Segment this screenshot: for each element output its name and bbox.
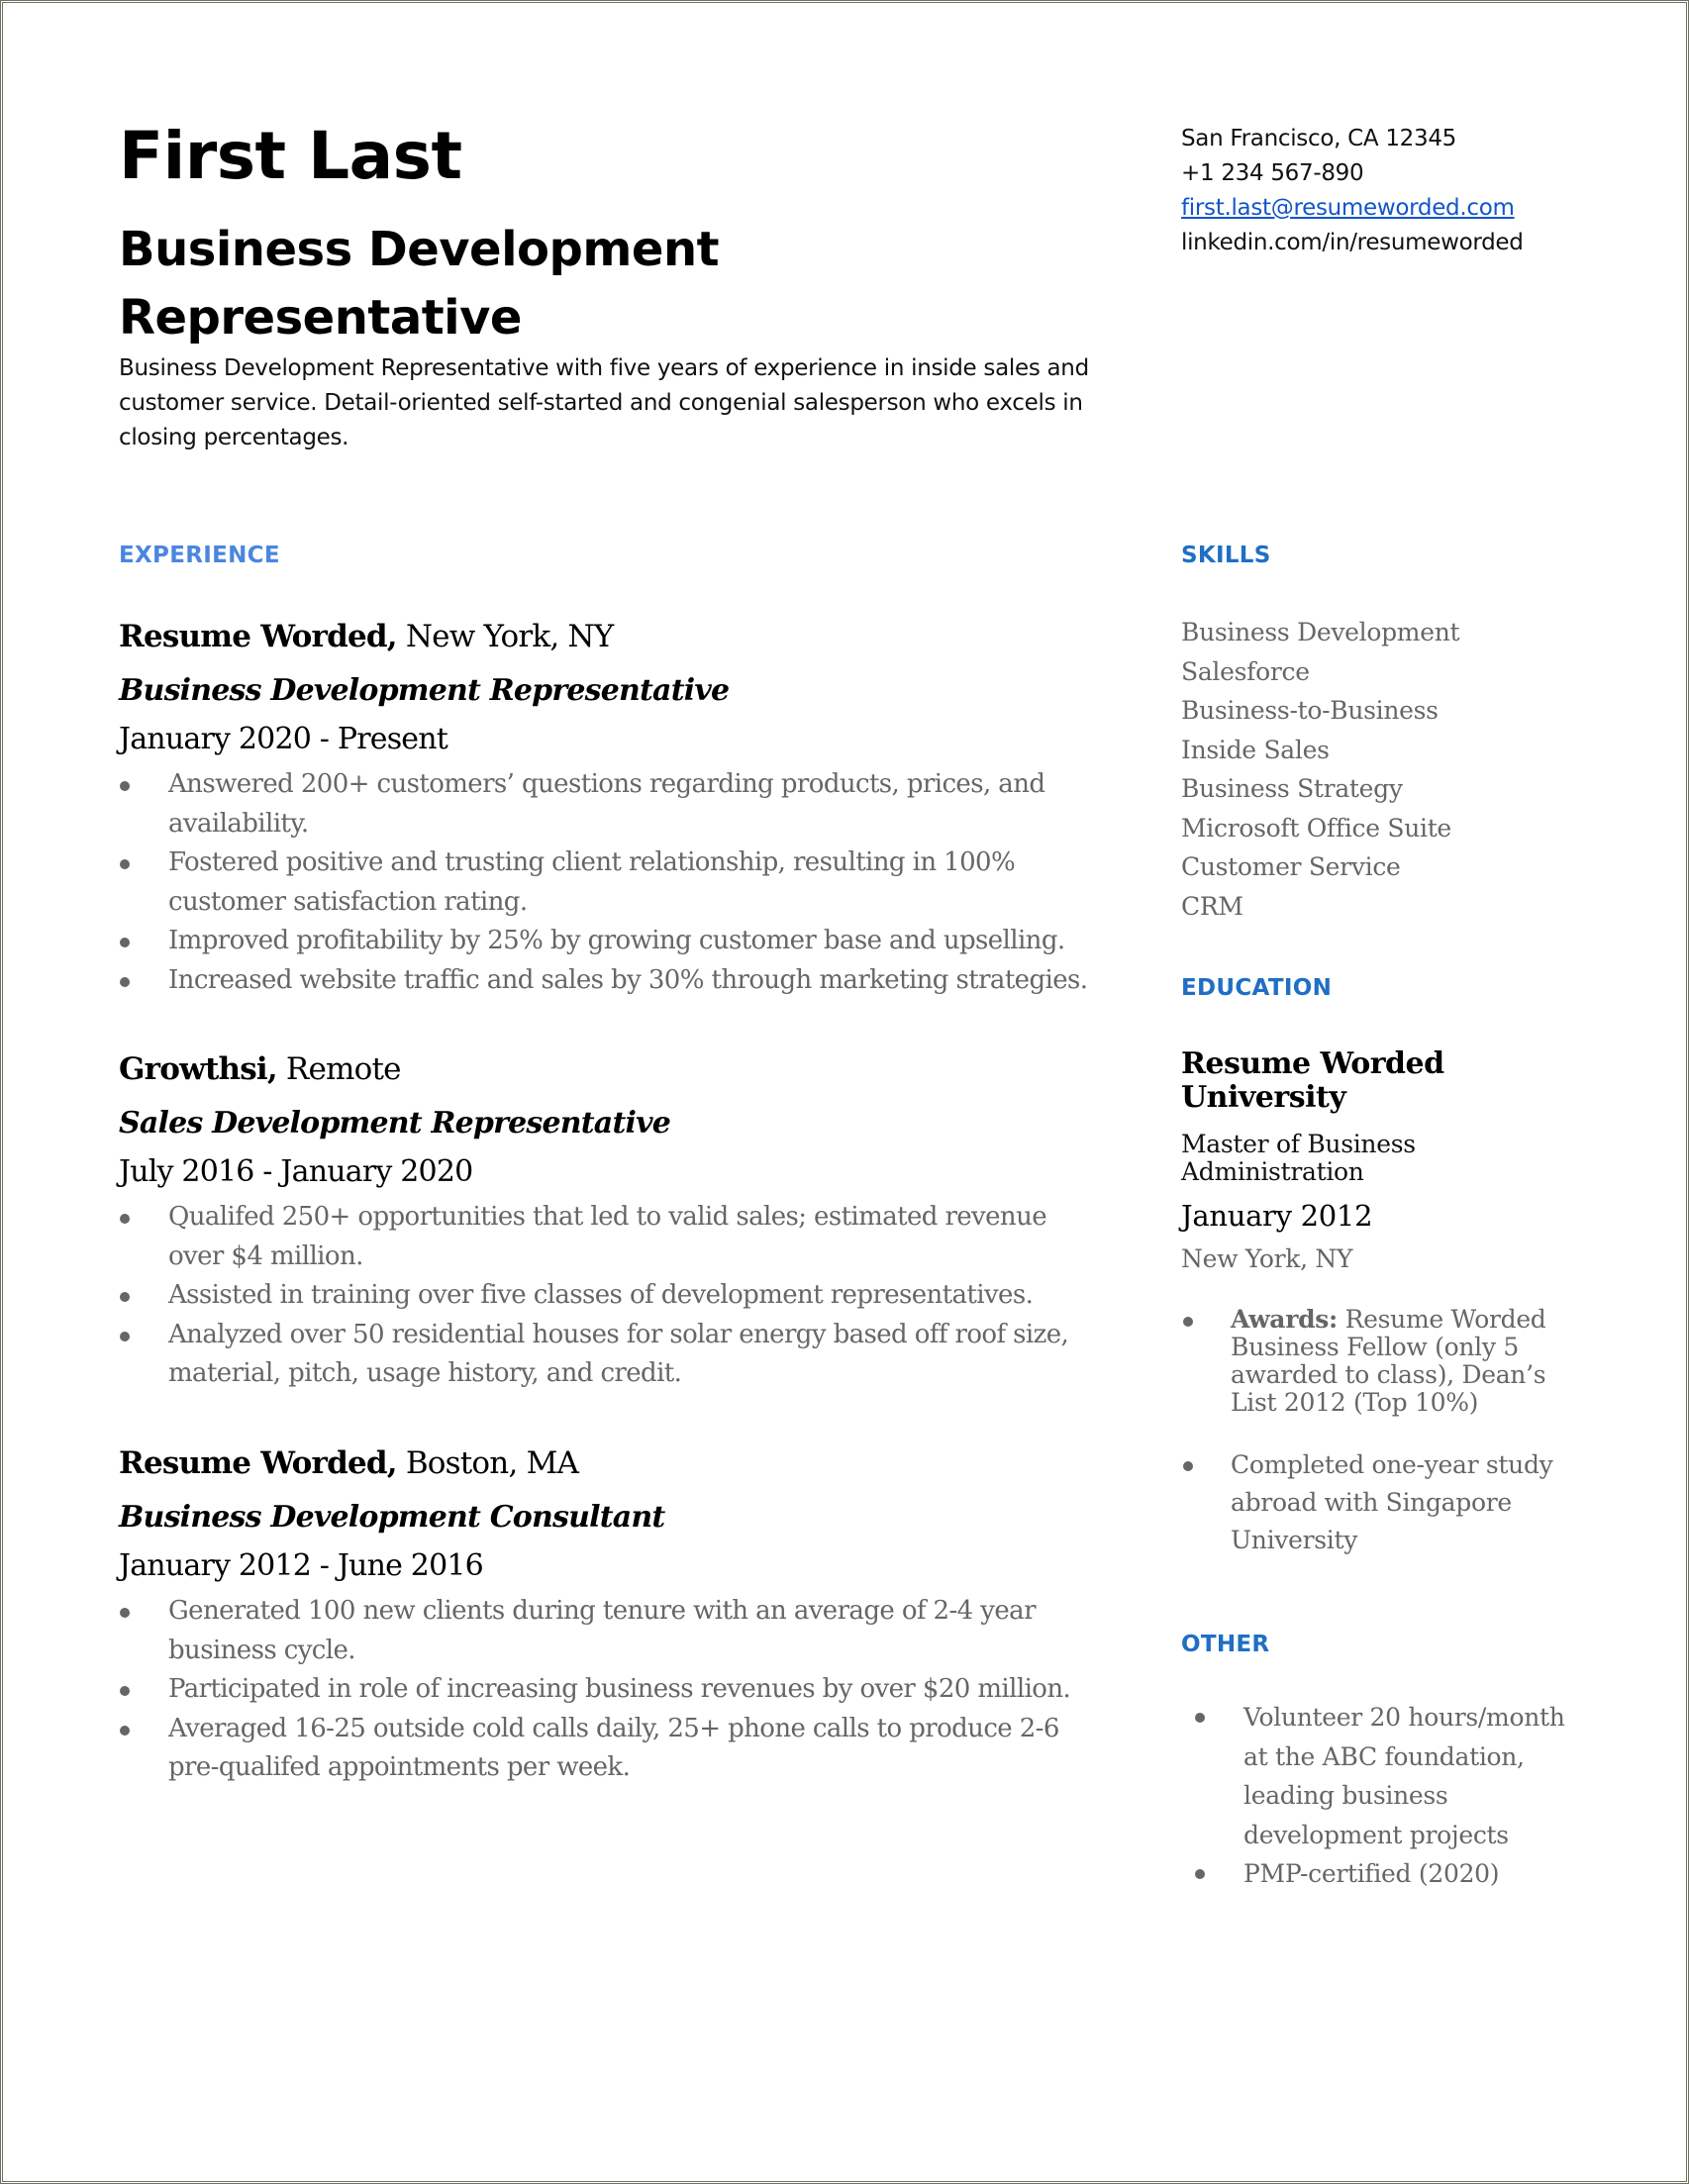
job-company-line: Growthsi, Remote — [119, 1049, 1089, 1089]
job-dates: January 2012 - June 2016 — [119, 1548, 484, 1583]
bullet-text: Fostered positive and trusting client re… — [168, 847, 1016, 917]
experience-heading: EXPERIENCE — [119, 543, 280, 568]
awards-label: Awards: — [1231, 1305, 1338, 1334]
education-entry: Resume Worded University Master of Busin… — [1181, 1047, 1577, 1559]
job-company-line: Resume Worded, Boston, MA — [119, 1443, 1089, 1483]
skill-item: CRM — [1181, 891, 1243, 921]
skill-item: Microsoft Office Suite — [1181, 813, 1451, 843]
job-bullet: Participated in role of increasing busin… — [119, 1670, 1089, 1710]
job-title: Sales Development Representative — [119, 1106, 671, 1141]
bullet-text: Assisted in training over five classes o… — [168, 1280, 1034, 1310]
skill-item: Business-to-Business — [1181, 696, 1439, 725]
bullet-icon — [120, 1608, 130, 1618]
bullet-icon — [120, 1214, 130, 1224]
contact-email-link[interactable]: first.last@resumeworded.com — [1181, 195, 1515, 221]
skill-item: Business Strategy — [1181, 774, 1403, 803]
job-company: Resume Worded, — [119, 619, 398, 654]
bullet-text: Increased website traffic and sales by 3… — [168, 964, 1088, 995]
other-list: Volunteer 20 hours/month at the ABC foun… — [1181, 1698, 1577, 1894]
education-bullet-text: Completed one-year study abroad with Sin… — [1231, 1450, 1553, 1554]
job-bullets: Answered 200+ customers’ questions regar… — [119, 765, 1089, 1000]
job-bullet: Assisted in training over five classes o… — [119, 1276, 1089, 1316]
job-location: New York, NY — [396, 619, 614, 654]
bullet-text: Qualifed 250+ opportunities that led to … — [168, 1202, 1047, 1271]
job-bullets: Generated 100 new clients during tenure … — [119, 1592, 1089, 1788]
job-entry: Resume Worded, Boston, MA Business Devel… — [119, 1443, 1089, 1788]
bullet-text: Answered 200+ customers’ questions regar… — [168, 769, 1045, 839]
job-company: Resume Worded, — [119, 1445, 398, 1481]
other-item: PMP-certified (2020) — [1181, 1854, 1577, 1894]
job-company-line: Resume Worded, New York, NY — [119, 617, 1089, 656]
job-bullet: Analyzed over 50 residential houses for … — [119, 1316, 1089, 1394]
resume-page: First Last Business Development Represen… — [0, 0, 1689, 2184]
bullet-icon — [120, 938, 130, 947]
job-bullet: Averaged 16-25 outside cold calls daily,… — [119, 1710, 1089, 1788]
job-bullet: Answered 200+ customers’ questions regar… — [119, 765, 1089, 844]
bullet-icon — [120, 1686, 130, 1696]
contact-phone: +1 234 567-890 — [1181, 160, 1364, 186]
bullet-icon — [120, 1331, 130, 1341]
other-heading: OTHER — [1181, 1632, 1270, 1657]
skills-heading: SKILLS — [1181, 543, 1271, 568]
contact-location: San Francisco, CA 12345 — [1181, 126, 1456, 151]
job-title: Business Development Representative — [119, 673, 730, 708]
job-bullet: Improved profitability by 25% by growing… — [119, 922, 1089, 961]
bullet-icon — [120, 781, 130, 791]
job-bullet: Increased website traffic and sales by 3… — [119, 961, 1089, 1001]
skills-list: Business Development Salesforce Business… — [1181, 613, 1460, 926]
education-school: Resume Worded University — [1181, 1046, 1444, 1115]
summary-text: Business Development Representative with… — [119, 355, 1089, 450]
job-bullet: Generated 100 new clients during tenure … — [119, 1592, 1089, 1670]
skill-item: Business Development — [1181, 618, 1460, 646]
education-bullets: Awards: Resume Worded Business Fellow (o… — [1181, 1306, 1577, 1559]
candidate-name: First Last — [119, 118, 462, 194]
education-location: New York, NY — [1181, 1244, 1353, 1273]
contact-block: San Francisco, CA 12345 +1 234 567-890 f… — [1181, 122, 1524, 260]
job-bullets: Qualifed 250+ opportunities that led to … — [119, 1198, 1089, 1394]
bullet-text: Analyzed over 50 residential houses for … — [168, 1319, 1069, 1389]
education-heading: EDUCATION — [1181, 975, 1333, 1001]
skill-item: Customer Service — [1181, 852, 1401, 881]
bullet-icon — [1195, 1713, 1205, 1723]
job-entry: Growthsi, Remote Sales Development Repre… — [119, 1049, 1089, 1394]
contact-linkedin: linkedin.com/in/resumeworded — [1181, 230, 1524, 255]
job-entry: Resume Worded, New York, NY Business Dev… — [119, 617, 1089, 1000]
other-item-text: PMP-certified (2020) — [1243, 1859, 1500, 1888]
job-location: Boston, MA — [396, 1445, 579, 1481]
education-degree: Master of Business Administration — [1181, 1130, 1416, 1186]
bullet-icon — [1183, 1317, 1193, 1327]
bullet-icon — [1183, 1461, 1193, 1471]
candidate-headline: Business Development Representative — [119, 222, 720, 346]
skill-item: Salesforce — [1181, 656, 1310, 686]
education-bullet: Awards: Resume Worded Business Fellow (o… — [1181, 1306, 1577, 1417]
job-company: Growthsi, — [119, 1051, 278, 1087]
bullet-icon — [120, 1292, 130, 1302]
bullet-text: Improved profitability by 25% by growing… — [168, 926, 1065, 955]
job-bullet: Fostered positive and trusting client re… — [119, 844, 1089, 922]
skill-item: Inside Sales — [1181, 735, 1330, 764]
bullet-icon — [1195, 1869, 1205, 1879]
job-title: Business Development Consultant — [119, 1500, 665, 1535]
other-item: Volunteer 20 hours/month at the ABC foun… — [1181, 1698, 1577, 1854]
job-location: Remote — [276, 1051, 402, 1087]
other-item-text: Volunteer 20 hours/month at the ABC foun… — [1243, 1703, 1565, 1849]
bullet-icon — [120, 976, 130, 987]
bullet-icon — [120, 859, 130, 869]
bullet-icon — [120, 1725, 130, 1736]
education-bullet: Completed one-year study abroad with Sin… — [1181, 1446, 1577, 1559]
job-dates: July 2016 - January 2020 — [119, 1154, 473, 1189]
job-dates: January 2020 - Present — [119, 722, 448, 756]
bullet-text: Generated 100 new clients during tenure … — [168, 1596, 1037, 1665]
bullet-text: Averaged 16-25 outside cold calls daily,… — [168, 1713, 1059, 1783]
job-bullet: Qualifed 250+ opportunities that led to … — [119, 1198, 1089, 1276]
bullet-text: Participated in role of increasing busin… — [168, 1674, 1071, 1704]
education-date: January 2012 — [1181, 1199, 1373, 1233]
